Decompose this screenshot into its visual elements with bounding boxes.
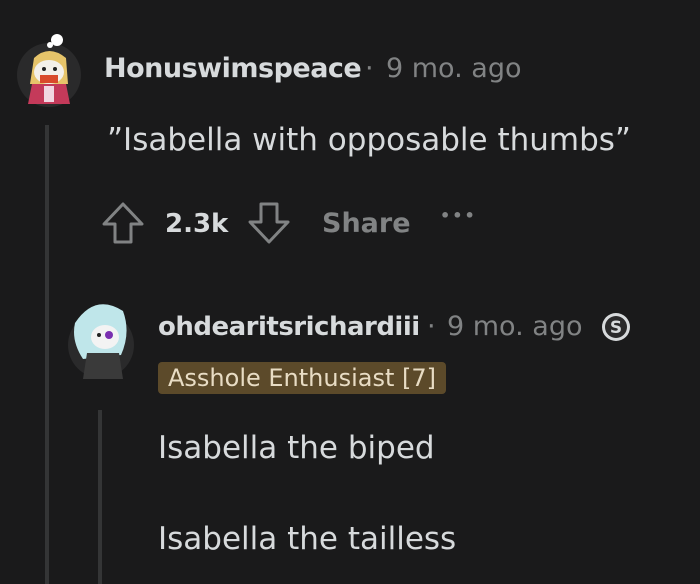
downvote-button[interactable] bbox=[246, 200, 292, 250]
share-button[interactable]: Share bbox=[322, 208, 411, 239]
comment-body-line-2: Isabella the tailless bbox=[158, 521, 457, 557]
thread-line-1[interactable] bbox=[45, 125, 49, 584]
comment-body: ”Isabella with opposable thumbs” bbox=[107, 122, 631, 158]
vote-score: 2.3k bbox=[165, 209, 229, 239]
upvote-arrow-icon bbox=[102, 202, 144, 244]
avatar[interactable] bbox=[65, 293, 137, 389]
separator-dot: · bbox=[427, 311, 436, 342]
comment-body-line-1: Isabella the biped bbox=[158, 430, 435, 466]
upvote-button[interactable] bbox=[100, 200, 146, 250]
svg-text:S: S bbox=[610, 318, 622, 338]
thread-line-2[interactable] bbox=[98, 410, 102, 584]
separator-dot: · bbox=[365, 53, 374, 84]
downvote-arrow-icon bbox=[248, 202, 290, 244]
username[interactable]: ohdearitsrichardiii bbox=[158, 312, 420, 342]
user-flair: Asshole Enthusiast [7] bbox=[158, 362, 447, 394]
more-options-icon[interactable]: ••• bbox=[440, 206, 477, 225]
timestamp[interactable]: 9 mo. ago bbox=[386, 53, 521, 84]
avatar[interactable] bbox=[14, 32, 84, 108]
timestamp[interactable]: 9 mo. ago bbox=[447, 311, 582, 342]
award-badge-icon[interactable]: S bbox=[600, 311, 632, 347]
username[interactable]: Honuswimspeace bbox=[104, 53, 362, 84]
